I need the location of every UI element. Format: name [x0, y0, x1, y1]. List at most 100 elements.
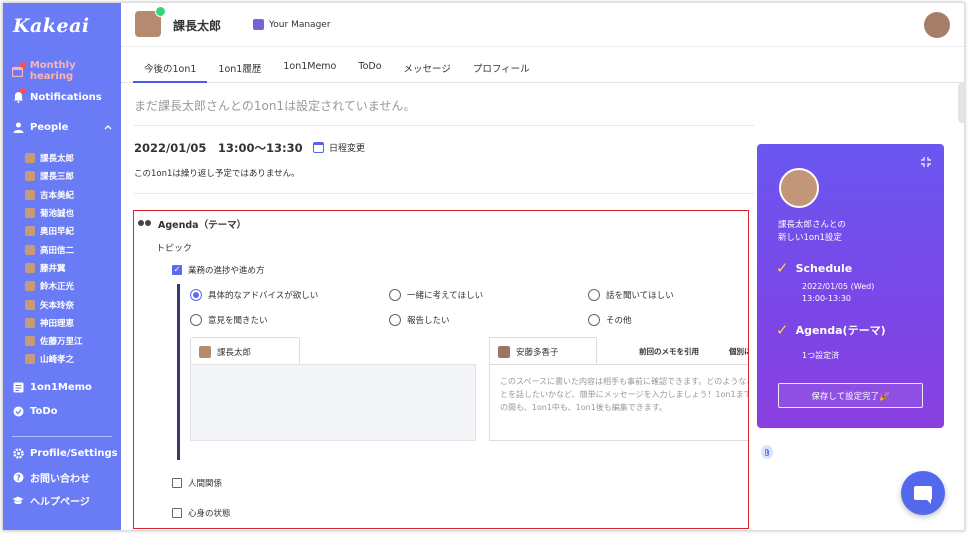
- checkbox-icon[interactable]: [172, 508, 182, 518]
- nav-notifications[interactable]: Notifications: [12, 88, 102, 103]
- radio-selected-icon[interactable]: [190, 289, 202, 301]
- checkbox-icon[interactable]: [172, 478, 182, 488]
- sidebar-person[interactable]: 山崎孝之: [25, 350, 83, 368]
- topic-label-text: 人間関係: [188, 479, 223, 489]
- sidebar-person[interactable]: 高田信二: [25, 240, 83, 258]
- sidebar-person[interactable]: 奥田早紀: [25, 222, 83, 240]
- avatar: [779, 168, 819, 208]
- nav-monthly-hearing[interactable]: Monthly hearing: [12, 60, 121, 82]
- header: 課長太郎 Your Manager: [121, 3, 964, 47]
- radio-report[interactable]: 報告したい: [389, 314, 450, 326]
- radio-label: 一緒に考えてほしい: [407, 291, 484, 301]
- nav-profile-settings[interactable]: Profile/Settings: [12, 447, 118, 459]
- topic-checkbox-progress[interactable]: ✓ 業務の進捗や進め方: [172, 264, 265, 276]
- topic-label-text: 業務の進捗や進め方: [188, 266, 265, 276]
- app-window: Kakeai Monthly hearing Notifications Peo…: [2, 2, 965, 531]
- tab-todo[interactable]: ToDo: [347, 53, 392, 83]
- avatar: [25, 262, 35, 273]
- nav-label: お問い合わせ: [30, 474, 90, 485]
- memo-icon: [12, 381, 24, 393]
- sidebar-person[interactable]: 佐藤万里江: [25, 332, 83, 350]
- person-name: 課長太郎: [40, 154, 75, 165]
- quote-previous-memo-link[interactable]: 前回のメモを引用: [639, 346, 699, 357]
- sidebar-person[interactable]: 課長三郎: [25, 167, 83, 185]
- repeat-note: この1on1は繰り返し予定ではありません。: [134, 169, 300, 179]
- nav-todo[interactable]: ToDo: [12, 405, 58, 417]
- attachment-icon[interactable]: [761, 445, 773, 459]
- tab-profile[interactable]: プロフィール: [462, 53, 541, 83]
- radio-listen[interactable]: 話を聞いてほしい: [588, 289, 674, 301]
- avatar: [25, 189, 35, 200]
- checkbox-checked-icon[interactable]: ✓: [172, 265, 182, 275]
- calendar-icon: [313, 142, 324, 153]
- avatar: [25, 299, 35, 310]
- topic-label: トピック: [156, 244, 193, 254]
- online-status-icon: [155, 6, 166, 17]
- divider: [134, 193, 754, 194]
- sidebar-person[interactable]: 神田理恵: [25, 314, 83, 332]
- bell-icon: [12, 88, 26, 103]
- radio-think-together[interactable]: 一緒に考えてほしい: [389, 289, 483, 301]
- person-name: 矢本玲奈: [40, 300, 75, 311]
- radio-icon[interactable]: [389, 289, 401, 301]
- radio-concrete-advice[interactable]: 具体的なアドバイスが欲しい: [190, 289, 318, 301]
- sidebar-person[interactable]: 菊池誠也: [25, 204, 83, 222]
- radio-label: 報告したい: [407, 316, 450, 326]
- chat-button[interactable]: [901, 471, 945, 515]
- user-avatar[interactable]: [924, 12, 950, 38]
- radio-icon[interactable]: [588, 314, 600, 326]
- nav-1on1memo[interactable]: 1on1Memo: [12, 381, 92, 393]
- reschedule-button[interactable]: 日程変更: [313, 141, 365, 154]
- tab-messages[interactable]: メッセージ: [393, 53, 462, 83]
- collapse-icon[interactable]: [920, 156, 932, 171]
- avatar: [25, 317, 35, 328]
- person-name: 菊池誠也: [40, 209, 75, 220]
- meeting-datetime: 2022/01/05 13:00〜13:30: [134, 141, 303, 155]
- nav-help[interactable]: ヘルプページ: [12, 493, 90, 508]
- check-circle-icon: [12, 405, 24, 417]
- avatar: [25, 226, 35, 237]
- radio-icon[interactable]: [588, 289, 600, 301]
- person-name: 藤井翼: [40, 263, 66, 274]
- sidebar-person[interactable]: 矢本玲奈: [25, 295, 83, 313]
- memo-textarea-member[interactable]: このスペースに書いた内容は相手も事前に確認できます。どのようなことを話したいかな…: [489, 364, 748, 441]
- radio-icon[interactable]: [190, 314, 202, 326]
- topic-checkbox-relationships[interactable]: 人間関係: [172, 477, 222, 489]
- memo-tab-manager[interactable]: 課長太郎: [190, 337, 300, 365]
- new-1on1-panel: 課長太郎さんとの 新しい1on1設定 ✓ Schedule 2022/01/05…: [757, 144, 944, 428]
- agenda-count: 1つ設定済: [802, 351, 840, 360]
- radio-label: 話を聞いてほしい: [606, 291, 674, 301]
- memo-tab-member[interactable]: 安藤多香子: [489, 337, 597, 365]
- individual-view-link[interactable]: 個別に表: [729, 346, 748, 357]
- radio-opinion[interactable]: 意見を聞きたい: [190, 314, 268, 326]
- chevron-up-icon[interactable]: [104, 122, 112, 133]
- radio-icon[interactable]: [389, 314, 401, 326]
- avatar: [25, 281, 35, 292]
- topic-label-text: 心身の状態: [188, 509, 231, 519]
- topic-checkbox-wellbeing[interactable]: 心身の状態: [172, 507, 231, 519]
- save-complete-button[interactable]: 保存して設定完了🎉: [778, 383, 923, 408]
- app-logo[interactable]: Kakeai: [13, 15, 90, 37]
- sidebar-person[interactable]: 藤井翼: [25, 259, 83, 277]
- schedule-date: 2022/01/05 (Wed): [802, 282, 875, 291]
- manager-badge: Your Manager: [253, 19, 331, 30]
- tab-1on1memo[interactable]: 1on1Memo: [272, 53, 347, 83]
- nav-label: Monthly hearing: [29, 60, 76, 82]
- panel-message-line: 課長太郎さんとの: [778, 220, 846, 230]
- sidebar-person[interactable]: 鈴木正光: [25, 277, 83, 295]
- sidebar-person[interactable]: 課長太郎: [25, 149, 83, 167]
- radio-label: 具体的なアドバイスが欲しい: [208, 291, 319, 301]
- person-name: 鈴木正光: [40, 282, 75, 293]
- check-icon: ✓: [776, 259, 789, 277]
- sidebar-person[interactable]: 吉本美紀: [25, 186, 83, 204]
- nav-contact[interactable]: ? お問い合わせ: [12, 470, 90, 485]
- scrollbar[interactable]: [958, 83, 964, 123]
- tab-upcoming-1on1[interactable]: 今後の1on1: [133, 53, 208, 83]
- memo-textarea-manager[interactable]: [190, 364, 476, 441]
- nav-people[interactable]: People: [12, 121, 112, 133]
- nav-label: 1on1Memo: [30, 381, 92, 393]
- radio-other[interactable]: その他: [588, 314, 632, 326]
- avatar: [25, 171, 35, 182]
- tab-1on1-history[interactable]: 1on1履歴: [207, 53, 272, 83]
- agenda-header: Agenda（テーマ）: [138, 217, 246, 231]
